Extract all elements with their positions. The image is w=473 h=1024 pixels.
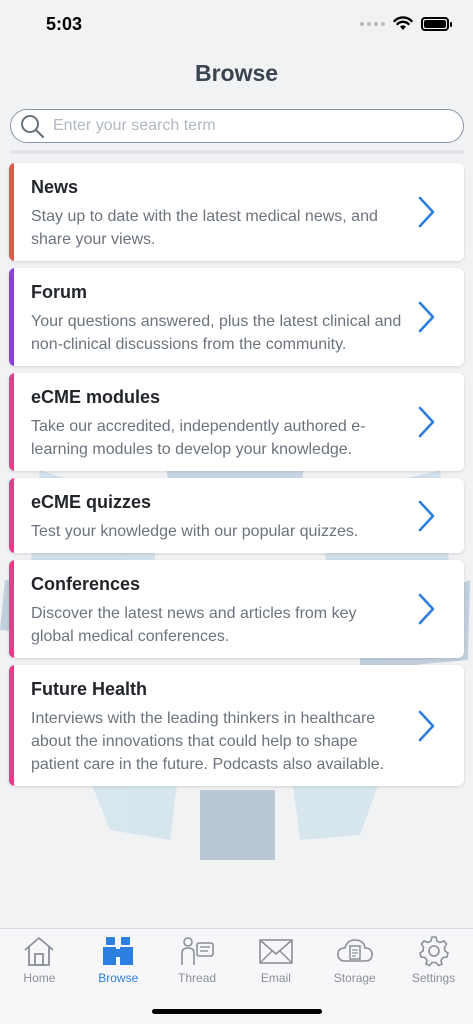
page-title: Browse <box>194 60 279 86</box>
wifi-icon <box>393 16 413 30</box>
browse-list: News Stay up to date with the latest med… <box>9 163 464 793</box>
tab-browse[interactable]: Browse <box>79 929 158 1024</box>
card-description: Discover the latest news and articles fr… <box>31 605 357 645</box>
home-icon <box>24 937 54 966</box>
chevron-right-icon <box>418 710 435 741</box>
battery-icon <box>421 16 452 31</box>
card-ecme-quizzes[interactable]: eCME quizzes Test your knowledge with ou… <box>9 478 464 553</box>
card-title: Future Health <box>31 679 148 699</box>
card-ecme-modules[interactable]: eCME modules Take our accredited, indepe… <box>9 373 464 471</box>
accent-bar <box>9 478 14 553</box>
card-title: Forum <box>31 282 87 302</box>
card-description: Test your knowledge with our popular qui… <box>31 523 359 540</box>
tab-label: Email <box>260 971 291 985</box>
card-description: Your questions answered, plus the latest… <box>31 313 402 353</box>
card-description: Interviews with the leading thinkers in … <box>31 710 385 773</box>
search-input[interactable] <box>53 117 433 135</box>
accent-bar <box>9 163 14 261</box>
card-title: eCME quizzes <box>31 492 152 512</box>
accent-bar <box>9 373 14 471</box>
gear-icon <box>418 936 449 967</box>
accent-bar <box>9 560 14 658</box>
chevron-right-icon <box>418 500 435 531</box>
card-description: Stay up to date with the latest medical … <box>31 208 378 248</box>
cellular-signal-icon <box>360 21 385 26</box>
thread-icon <box>181 937 214 965</box>
tab-storage[interactable]: Storage <box>315 929 394 1024</box>
tab-label: Home <box>23 971 56 985</box>
divider <box>10 150 464 154</box>
chevron-right-icon <box>418 593 435 625</box>
card-title: Conferences <box>31 574 141 594</box>
card-description: Take our accredited, independently autho… <box>31 418 366 458</box>
tab-label: Browse <box>98 971 139 985</box>
chevron-right-icon <box>418 196 435 228</box>
search-icon <box>21 115 45 139</box>
tab-label: Thread <box>178 971 217 985</box>
status-time: 5:03 <box>46 14 83 34</box>
cloud-storage-icon <box>336 939 373 962</box>
home-indicator <box>152 1009 322 1014</box>
tab-label: Storage <box>333 971 376 985</box>
card-title: eCME modules <box>31 387 161 407</box>
card-future-health[interactable]: Future Health Interviews with the leadin… <box>9 665 464 786</box>
accent-bar <box>9 665 14 786</box>
search-bar[interactable] <box>10 109 464 143</box>
tab-label: Settings <box>411 971 456 985</box>
tab-home[interactable]: Home <box>0 929 79 1024</box>
card-title: News <box>31 177 79 197</box>
card-news[interactable]: News Stay up to date with the latest med… <box>9 163 464 261</box>
card-conferences[interactable]: Conferences Discover the latest news and… <box>9 560 464 658</box>
card-forum[interactable]: Forum Your questions answered, plus the … <box>9 268 464 366</box>
chevron-right-icon <box>418 301 435 333</box>
accent-bar <box>9 268 14 366</box>
status-bar: 5:03 <box>0 0 473 50</box>
binoculars-icon <box>103 937 134 965</box>
status-icons <box>360 16 452 31</box>
envelope-icon <box>259 939 293 964</box>
chevron-right-icon <box>418 406 435 438</box>
tab-settings[interactable]: Settings <box>394 929 473 1024</box>
